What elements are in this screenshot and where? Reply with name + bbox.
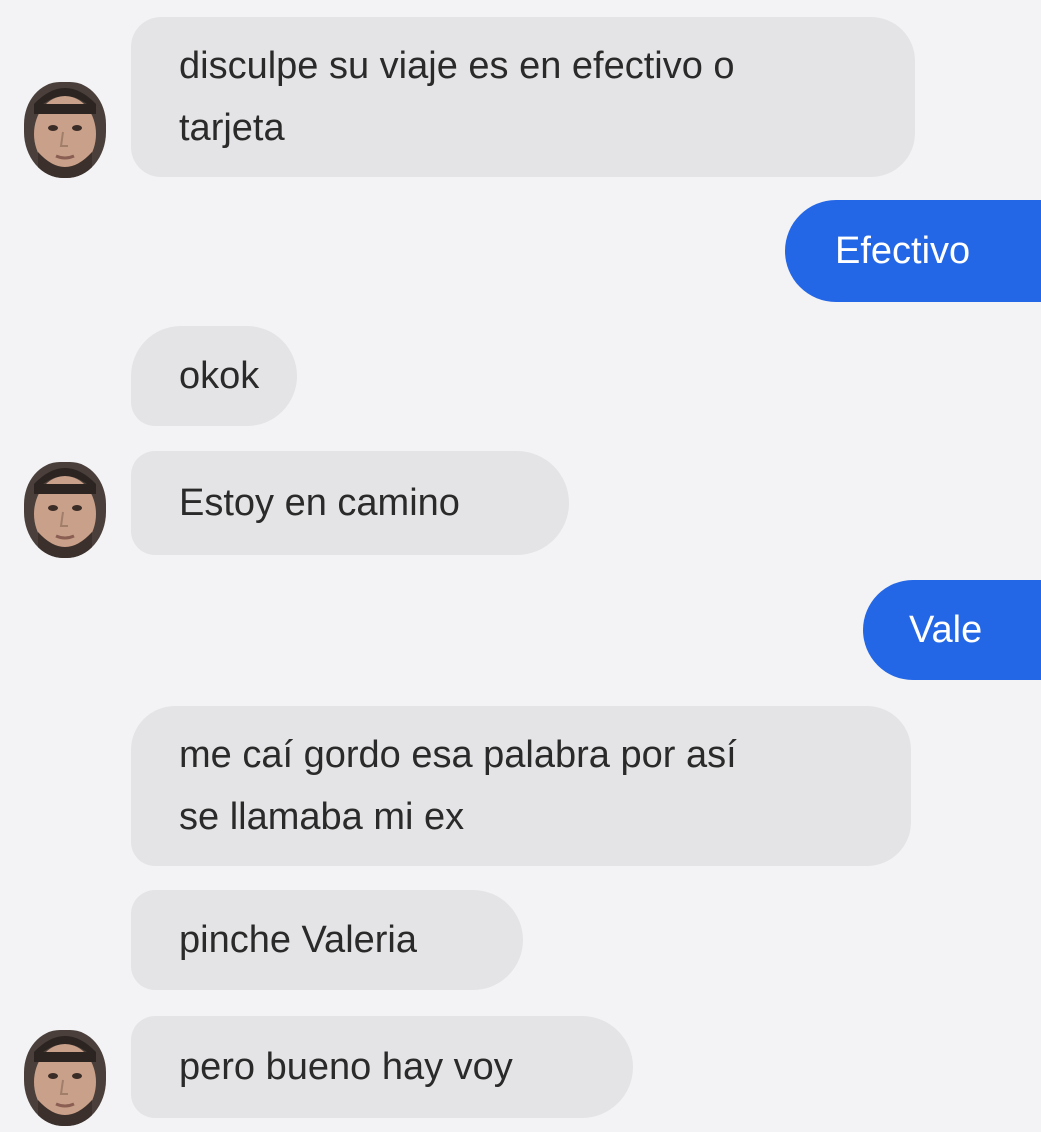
message-bubble-outgoing: Efectivo: [785, 200, 1041, 302]
message-text: Vale: [909, 609, 983, 651]
message-text: okok: [179, 355, 260, 397]
driver-face-icon: [24, 1030, 106, 1126]
message-bubble-incoming: Estoy en camino: [131, 451, 569, 555]
driver-face-icon: [24, 82, 106, 178]
message-text: Efectivo: [835, 230, 971, 272]
driver-face-icon: [24, 462, 106, 558]
message-text: pinche Valeria: [179, 919, 418, 961]
message-bubble-incoming: disculpe su viaje es en efectivo o tarje…: [131, 17, 915, 177]
message-bubble-outgoing: Vale: [863, 580, 1041, 680]
message-bubble-incoming: pero bueno hay voy: [131, 1016, 633, 1118]
message-text-line: me caí gordo esa palabra por así: [179, 734, 737, 776]
message-text: Estoy en camino: [179, 482, 460, 524]
message-text-line: disculpe su viaje es en efectivo o: [179, 45, 735, 87]
message-bubble-incoming: me caí gordo esa palabra por así se llam…: [131, 706, 911, 866]
message-text-line: se llamaba mi ex: [179, 796, 465, 838]
message-text-line: tarjeta: [179, 107, 285, 149]
message-text: pero bueno hay voy: [179, 1046, 513, 1088]
chat-thread: disculpe su viaje es en efectivo o tarje…: [0, 0, 1041, 1132]
message-bubble-incoming: pinche Valeria: [131, 890, 523, 990]
message-bubble-incoming: okok: [131, 326, 297, 426]
